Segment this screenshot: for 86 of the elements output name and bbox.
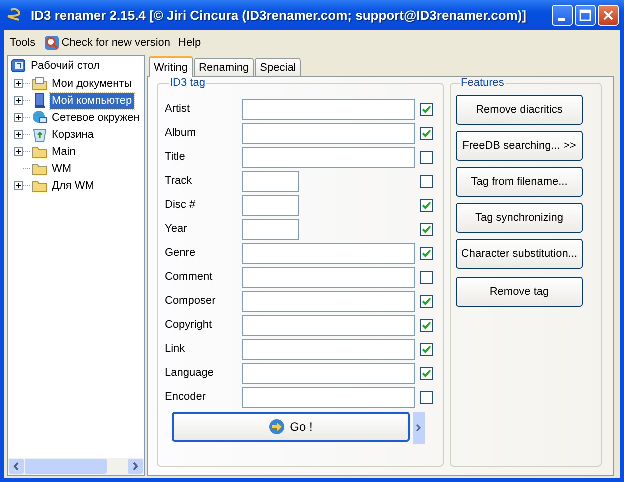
input-field[interactable] (242, 98, 415, 120)
expand-icon[interactable] (14, 147, 23, 156)
field-label: Comment (165, 271, 214, 283)
checkbox[interactable] (420, 126, 433, 140)
expand-icon[interactable] (14, 113, 23, 122)
input-field[interactable] (242, 338, 415, 360)
field-label: Copyright (165, 319, 214, 331)
field-label: Track (165, 175, 194, 187)
expand-icon[interactable] (14, 96, 23, 105)
field-label: Year (165, 223, 188, 235)
field-label: Genre (165, 247, 197, 259)
tree-item[interactable]: Сетевое окружен (50, 110, 142, 126)
horizontal-scrollbar[interactable] (8, 458, 144, 475)
go-button[interactable]: Go ! (172, 412, 410, 442)
desktop-icon (11, 58, 27, 74)
tree-item[interactable]: WM (50, 160, 74, 176)
tree-item[interactable]: Для WM (50, 178, 96, 194)
maximize-button[interactable] (575, 4, 596, 26)
scrollbar-thumb[interactable] (25, 459, 107, 474)
input-field[interactable] (242, 242, 415, 264)
menu-item[interactable]: Help (174, 32, 206, 52)
checkbox[interactable] (420, 222, 433, 236)
field-label: Encoder (165, 391, 207, 403)
input-field[interactable] (242, 218, 299, 240)
input-field[interactable] (242, 290, 415, 312)
checkbox[interactable] (420, 318, 433, 332)
menu-item[interactable]: Tools (6, 32, 40, 52)
dropdown-button[interactable] (413, 412, 425, 444)
feature-button[interactable]: Remove tag (456, 277, 583, 307)
field-label: Disc # (165, 199, 197, 211)
close-button[interactable] (598, 4, 619, 26)
group-title: ID3 tag (169, 77, 206, 89)
field-label: Language (165, 367, 215, 379)
field-label: Link (165, 343, 186, 355)
recycle-bin-icon (32, 126, 48, 142)
checkbox[interactable] (420, 270, 433, 284)
tab[interactable]: Renaming (194, 58, 254, 76)
input-field[interactable] (242, 386, 415, 408)
magnifier-icon (44, 34, 60, 50)
checkbox[interactable] (420, 390, 433, 404)
field-label: Composer (165, 295, 217, 307)
tree-item[interactable]: Корзина (50, 126, 96, 142)
group-title: Features (460, 77, 506, 89)
tree-item[interactable]: Мой компьютер (50, 92, 134, 108)
tree-item[interactable]: Мои документы (50, 76, 134, 92)
folder-icon (32, 76, 48, 92)
checkbox[interactable] (420, 294, 433, 308)
window-title: ID3 renamer 2.15.4 [© Jiri Cincura (ID3renamer.com; support@ID3renamer.com)] (31, 8, 526, 22)
checkbox[interactable] (420, 150, 433, 164)
menu-item[interactable]: Check for new version (40, 32, 175, 52)
feature-button[interactable]: FreeDB searching... >> (456, 131, 583, 161)
scroll-right-icon[interactable] (128, 459, 143, 474)
tree-item[interactable]: Рабочий стол (11, 58, 102, 74)
app-icon (7, 7, 23, 23)
tree-item[interactable]: Main (50, 144, 78, 160)
expand-icon[interactable] (14, 79, 23, 88)
input-field[interactable] (242, 146, 415, 168)
checkbox[interactable] (420, 198, 433, 212)
input-field[interactable] (242, 194, 299, 216)
field-label: Artist (165, 103, 192, 115)
expand-icon[interactable] (14, 181, 23, 190)
checkbox[interactable] (420, 342, 433, 356)
computer-icon (32, 92, 48, 108)
field-label: Title (165, 151, 186, 163)
feature-button[interactable]: Tag synchronizing (456, 203, 583, 233)
feature-button[interactable]: Remove diacritics (456, 95, 583, 125)
scroll-left-icon[interactable] (9, 459, 24, 474)
checkbox[interactable] (420, 366, 433, 380)
checkbox[interactable] (420, 102, 433, 116)
input-field[interactable] (242, 170, 299, 192)
network-icon (32, 110, 48, 126)
tab[interactable]: Special (255, 58, 302, 76)
field-label: Album (165, 127, 198, 139)
input-field[interactable] (242, 266, 415, 288)
input-field[interactable] (242, 122, 415, 144)
checkbox[interactable] (420, 246, 433, 260)
expand-icon[interactable] (14, 130, 23, 139)
feature-button[interactable]: Tag from filename... (456, 167, 583, 197)
caret-icon (416, 424, 422, 432)
minimize-icon (558, 18, 565, 20)
checkbox[interactable] (420, 174, 433, 188)
minimize-button[interactable] (552, 4, 573, 26)
feature-button[interactable]: Character substitution... (456, 239, 583, 269)
tab[interactable]: Writing (149, 56, 194, 77)
input-field[interactable] (242, 314, 415, 336)
input-field[interactable] (242, 362, 415, 384)
